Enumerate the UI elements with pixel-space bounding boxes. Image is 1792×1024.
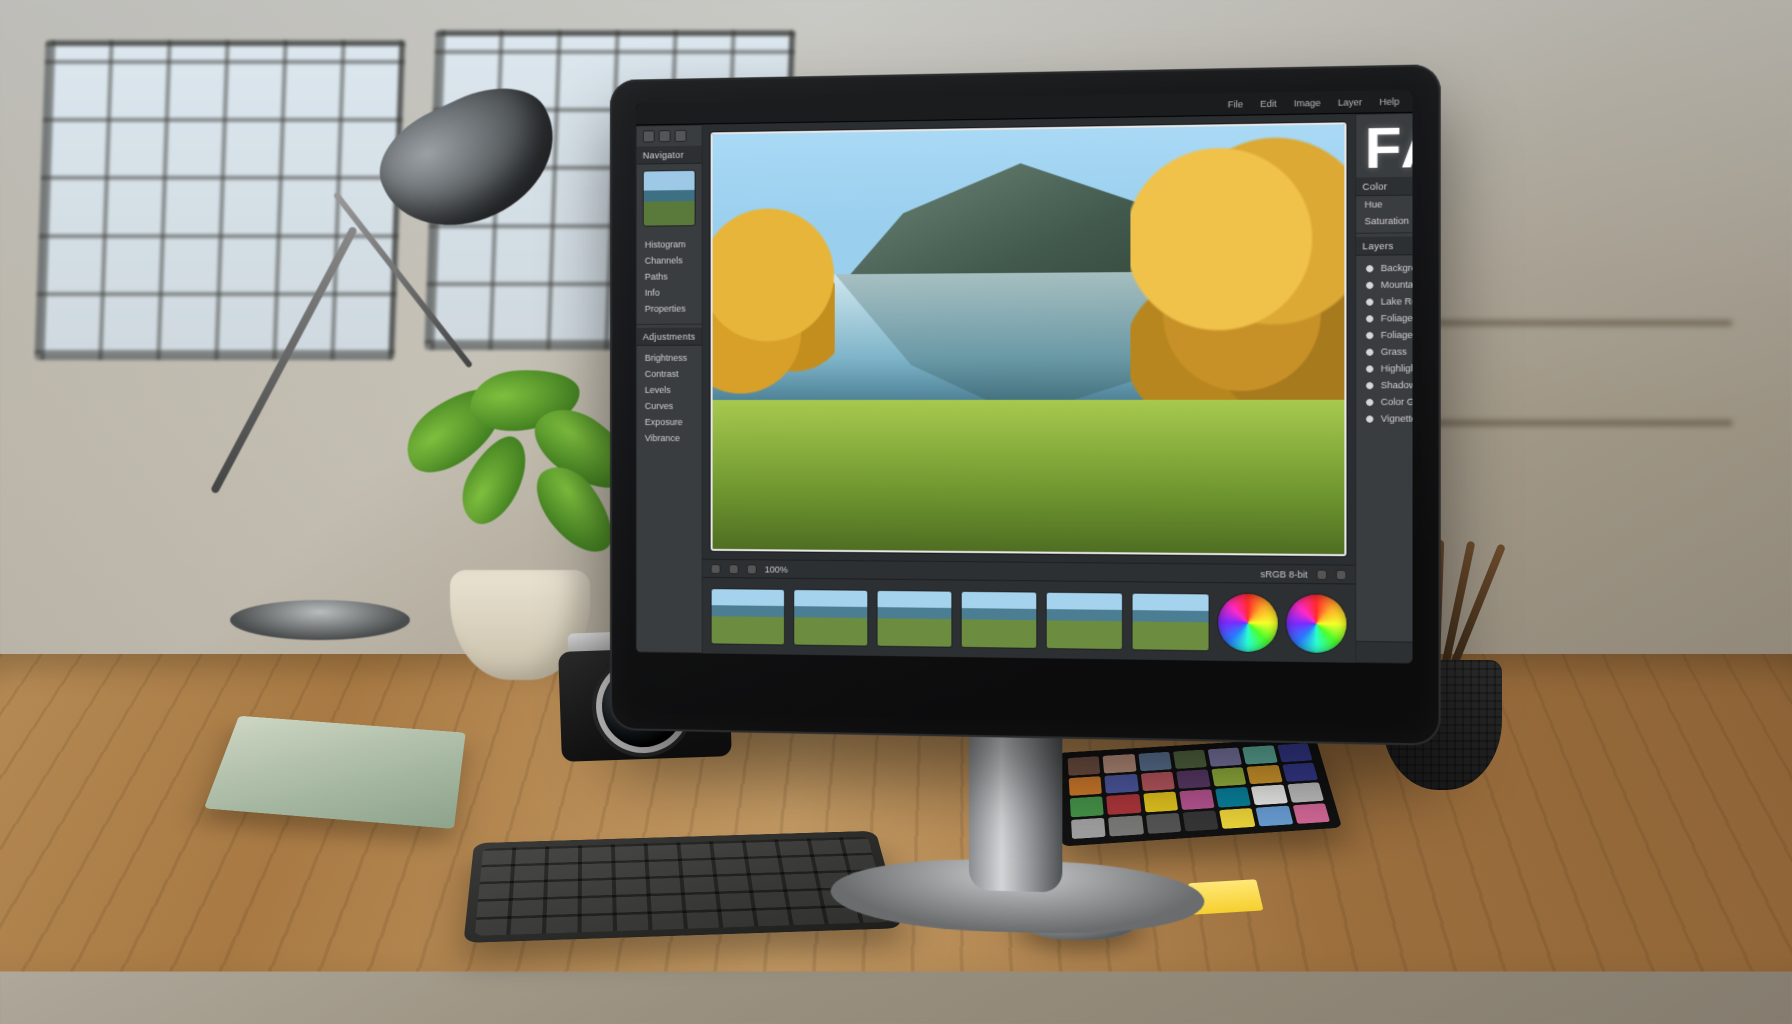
left-panel-item[interactable]: Brightness <box>637 350 702 366</box>
canvas-grass <box>712 399 1344 554</box>
filmstrip-thumb[interactable] <box>876 589 952 647</box>
faq-heading: FAQ <box>1356 112 1412 177</box>
checker-swatch <box>1247 765 1283 785</box>
right-panel: FAQ Color Hue Saturation Layers Backgroun… <box>1355 111 1413 663</box>
left-panel-item[interactable]: Channels <box>637 252 702 269</box>
slider-label: Saturation <box>1365 215 1413 226</box>
layer-label: Foliage Right <box>1381 330 1413 341</box>
layer-item[interactable]: Lake Reflection <box>1356 292 1412 310</box>
checker-swatch <box>1242 745 1277 764</box>
left-panel-header: Navigator <box>637 146 702 165</box>
checker-swatch <box>1179 789 1215 810</box>
layer-item[interactable]: Background <box>1356 259 1412 277</box>
slider-row[interactable]: Hue <box>1356 195 1412 213</box>
right-section-color: Color <box>1356 176 1412 197</box>
filmstrip-thumb[interactable] <box>793 588 868 646</box>
checker-swatch <box>1071 817 1106 839</box>
checker-swatch <box>1108 815 1143 837</box>
color-wheel[interactable] <box>1286 594 1346 653</box>
layer-label: Lake Reflection <box>1381 296 1413 307</box>
layers-list[interactable]: Background Mountain Lake Reflection Foliage… <box>1356 255 1412 432</box>
left-panel-item[interactable]: Contrast <box>637 366 702 382</box>
layer-label: Grass <box>1381 346 1407 357</box>
color-wheel[interactable] <box>1218 593 1278 652</box>
checker-swatch <box>1103 754 1136 773</box>
navigator-thumbnail[interactable] <box>643 170 696 227</box>
layer-label: Shadows <box>1381 380 1413 391</box>
layer-label: Foliage Left <box>1381 313 1413 324</box>
filmstrip-thumb[interactable] <box>961 590 1038 648</box>
checker-swatch <box>1140 771 1174 791</box>
app-window: File Edit Image Layer Help Navigator His… <box>636 90 1413 664</box>
layer-item[interactable]: Mountain <box>1356 276 1412 294</box>
checker-swatch <box>1251 785 1287 805</box>
layer-item[interactable]: Shadows <box>1356 377 1412 394</box>
left-panel-item[interactable]: Vibrance <box>637 430 702 446</box>
layer-item[interactable]: Color Grade <box>1356 393 1412 410</box>
window-controls[interactable] <box>637 126 702 147</box>
checker-swatch <box>1215 787 1251 807</box>
menu-item[interactable]: File <box>1228 99 1243 110</box>
menu-item[interactable]: Edit <box>1260 98 1277 109</box>
layer-item[interactable]: Foliage Left <box>1356 309 1412 326</box>
layer-label: Highlights <box>1381 363 1413 374</box>
layer-label: Mountain <box>1381 279 1413 290</box>
checker-swatch <box>1292 803 1330 824</box>
filmstrip-thumb[interactable] <box>1131 592 1209 651</box>
checker-swatch <box>1282 762 1318 782</box>
slider-label: Hue <box>1365 199 1413 210</box>
checker-swatch <box>1287 782 1324 802</box>
left-panel-section: Adjustments <box>637 328 702 346</box>
checker-swatch <box>1070 796 1104 817</box>
checker-swatch <box>1069 776 1102 796</box>
desktop-monitor: File Edit Image Layer Help Navigator His… <box>610 64 1441 746</box>
checker-swatch <box>1145 813 1181 834</box>
left-panel-item[interactable]: Exposure <box>637 414 702 430</box>
checker-swatch <box>1173 750 1207 769</box>
checker-swatch <box>1256 805 1293 826</box>
left-panel-item[interactable]: Curves <box>637 398 702 414</box>
checker-swatch <box>1138 752 1172 771</box>
color-mode: sRGB 8-bit <box>1261 568 1308 579</box>
checker-swatch <box>1182 810 1218 831</box>
checker-swatch <box>1106 794 1141 815</box>
menu-item[interactable]: Image <box>1294 97 1321 108</box>
filmstrip-thumb[interactable] <box>1045 591 1122 650</box>
color-checker-card <box>1058 737 1343 846</box>
layer-label: Background <box>1381 262 1413 273</box>
menu-item[interactable]: Layer <box>1338 96 1362 107</box>
checker-swatch <box>1105 774 1139 794</box>
left-panel-item[interactable]: Info <box>637 284 702 300</box>
right-section-layers: Layers <box>1356 236 1412 256</box>
layer-label: Vignette <box>1381 413 1413 423</box>
checker-swatch <box>1068 756 1101 775</box>
checker-swatch <box>1208 747 1243 766</box>
layer-item[interactable]: Grass <box>1356 343 1412 360</box>
layer-item[interactable]: Foliage Right <box>1356 326 1412 343</box>
left-panel: Navigator HistogramChannelsPathsInfoProp… <box>636 124 703 653</box>
layer-item[interactable]: Vignette <box>1356 410 1412 427</box>
layer-label: Color Grade <box>1381 397 1413 407</box>
checker-swatch <box>1176 769 1211 789</box>
filmstrip-thumb[interactable] <box>710 588 784 645</box>
image-canvas[interactable] <box>710 122 1346 556</box>
checker-swatch <box>1219 808 1256 829</box>
left-panel-item[interactable]: Histogram <box>637 236 702 253</box>
center-area: 100% sRGB 8-bit <box>702 114 1355 663</box>
left-panel-item[interactable]: Paths <box>637 268 702 285</box>
checker-swatch <box>1211 767 1246 787</box>
filmstrip[interactable] <box>702 577 1355 663</box>
slider-row[interactable]: Saturation <box>1356 211 1412 229</box>
left-panel-list-2[interactable]: BrightnessContrastLevelsCurvesExposureVi… <box>637 346 702 451</box>
left-panel-list-1[interactable]: HistogramChannelsPathsInfoProperties <box>637 232 702 321</box>
checker-swatch <box>1277 743 1312 762</box>
left-panel-item[interactable]: Properties <box>637 300 702 316</box>
menu-item[interactable]: Help <box>1379 96 1399 107</box>
checker-swatch <box>1143 792 1178 813</box>
right-panel-footer[interactable] <box>1356 641 1412 664</box>
left-panel-item[interactable]: Levels <box>637 382 702 398</box>
zoom-level: 100% <box>765 564 788 574</box>
layer-item[interactable]: Highlights <box>1356 360 1412 377</box>
